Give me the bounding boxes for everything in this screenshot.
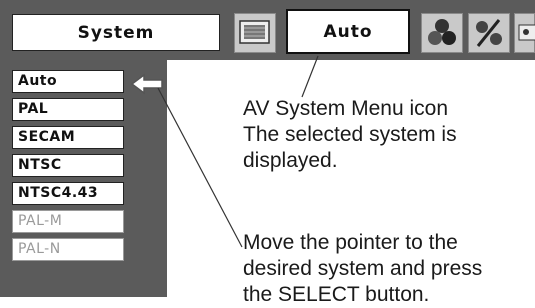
pointer-callout: Move the pointer to the desired system a…	[243, 230, 482, 308]
callout-line: The selected system is	[243, 123, 457, 146]
callout-line: desired system and press	[243, 257, 483, 280]
callout-line: Move the pointer to the	[243, 231, 458, 254]
callout-line: AV System Menu icon	[243, 97, 449, 120]
callout-line: the SELECT button.	[243, 283, 430, 306]
callout-line: displayed.	[243, 149, 338, 172]
av-system-icon-callout: AV System Menu icon The selected system …	[243, 96, 457, 174]
